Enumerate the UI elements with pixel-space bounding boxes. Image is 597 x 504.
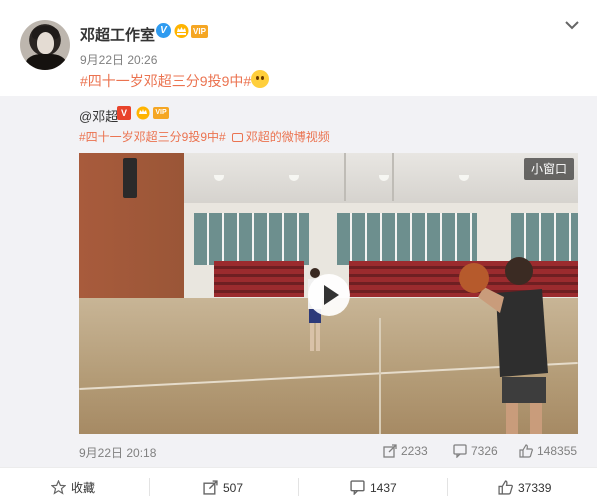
repost-tags: #四十一岁邓超三分9投9中# 邓超的微博视频 <box>79 128 330 145</box>
thumbs-up-icon <box>519 444 533 458</box>
weibo-post: 邓超工作室 V VIP 9月22日 20:26 #四十一岁邓超三分9投9中# @… <box>0 0 597 504</box>
repost-share-count[interactable]: 2233 <box>383 443 428 459</box>
video-link-icon <box>231 133 243 142</box>
play-button[interactable] <box>308 274 350 316</box>
post-hashtag[interactable]: #四十一岁邓超三分9投9中# <box>80 71 251 91</box>
author-name[interactable]: 邓超工作室 <box>80 24 155 45</box>
video-source-link[interactable]: 邓超的微博视频 <box>246 130 330 144</box>
vip-badge: VIP <box>191 25 208 38</box>
small-window-button[interactable]: 小窗口 <box>524 158 574 180</box>
like-button[interactable]: 37339 <box>498 480 551 496</box>
star-icon <box>50 479 67 495</box>
emoji-icon <box>251 70 269 88</box>
comment-button[interactable]: 1437 <box>350 480 397 496</box>
repost-author[interactable]: @邓超 <box>79 106 118 125</box>
basketball <box>459 263 489 293</box>
share-icon <box>203 480 218 495</box>
crown-icon <box>136 106 150 120</box>
repost-button[interactable]: 507 <box>203 480 243 496</box>
repost-comment-count[interactable]: 7326 <box>453 443 498 459</box>
repost-hashtag-link[interactable]: #四十一岁邓超三分9投9中# <box>79 130 226 144</box>
author-avatar[interactable] <box>20 20 70 70</box>
comment-icon <box>453 444 467 459</box>
speaker <box>123 158 137 198</box>
repost-time[interactable]: 9月22日 20:18 <box>79 444 156 461</box>
thumbs-up-icon <box>498 480 513 495</box>
favorite-button[interactable]: 收藏 <box>50 479 95 496</box>
verified-red-icon: V <box>117 106 131 120</box>
post-time[interactable]: 9月22日 20:26 <box>80 51 157 68</box>
crown-icon <box>174 24 189 38</box>
chevron-down-icon[interactable] <box>565 20 579 30</box>
share-icon <box>383 444 397 458</box>
verified-icon: V <box>156 23 171 38</box>
comment-icon <box>350 480 365 496</box>
vip-badge: VIP <box>153 107 169 119</box>
repost-like-count[interactable]: 148355 <box>519 443 577 459</box>
